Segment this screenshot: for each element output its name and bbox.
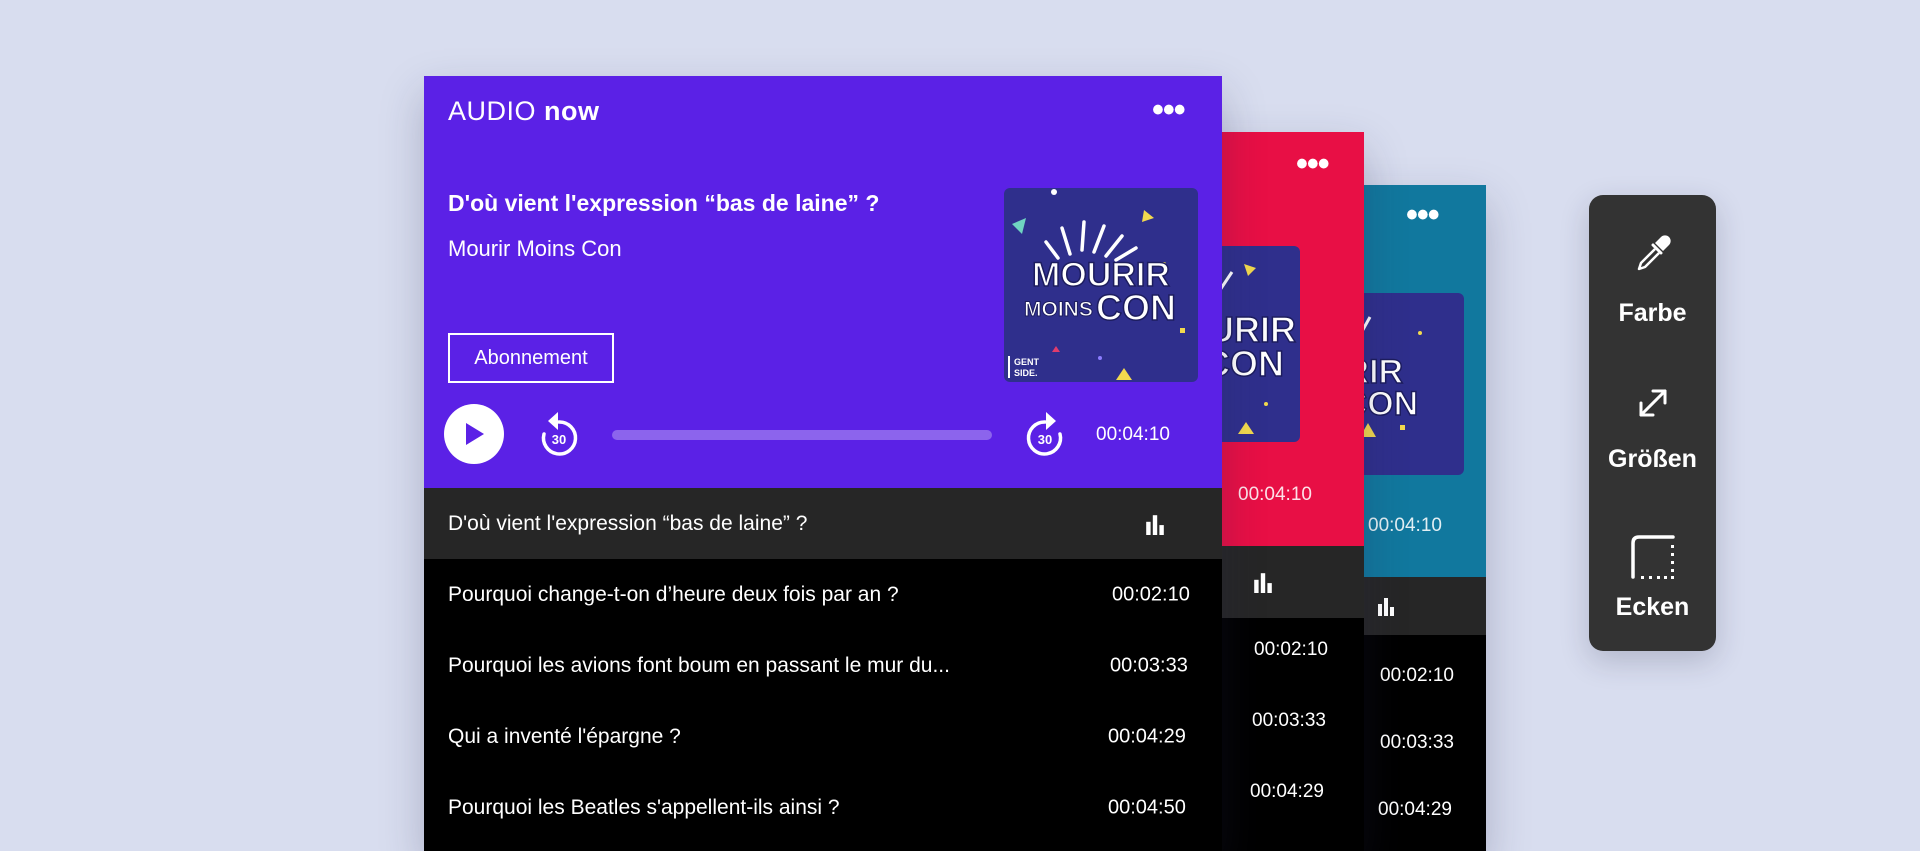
customize-toolbar: Farbe Größen Ecken: [1589, 195, 1716, 651]
playlist-item[interactable]: Qui a inventé l'épargne ? 00:04:29: [424, 701, 1222, 772]
skip-back-30-button[interactable]: 30: [536, 408, 582, 460]
resize-arrows-icon: [1639, 389, 1666, 417]
track-title: Pourquoi les avions font boum en passant…: [448, 653, 950, 677]
more-icon[interactable]: •••: [1152, 93, 1186, 127]
track-time: 00:02:10: [1112, 583, 1190, 605]
playlist-item[interactable]: Pourquoi change-t-on d’heure deux fois p…: [424, 559, 1222, 630]
subscribe-button[interactable]: Abonnement: [448, 333, 614, 383]
skip-back-label: 30: [552, 432, 566, 447]
play-icon: [466, 423, 484, 445]
track-time: 00:03:33: [1110, 654, 1188, 676]
eyedropper-icon: [1637, 235, 1671, 271]
logo-text-now: now: [544, 96, 600, 126]
track-title: Pourquoi change-t-on d’heure deux fois p…: [448, 582, 899, 606]
current-time: 00:04:10: [1368, 515, 1442, 536]
more-icon[interactable]: •••: [1296, 147, 1330, 181]
artwork-text-line2b: CON: [1096, 287, 1176, 328]
equalizer-icon: [1378, 598, 1394, 616]
player-header: AUDIO now ••• D'où vient l'expression “b…: [424, 76, 1222, 488]
track-time: 00:02:10: [1380, 665, 1454, 686]
skip-forward-30-button[interactable]: 30: [1022, 408, 1068, 460]
corner-radius-icon: [1630, 535, 1675, 579]
track-title: Qui a inventé l'épargne ?: [448, 724, 681, 748]
track-time: 00:04:50: [1108, 796, 1186, 818]
show-name[interactable]: Mourir Moins Con: [448, 236, 622, 262]
player-card-main: AUDIO now ••• D'où vient l'expression “b…: [424, 76, 1222, 851]
podcast-artwork: MOURIR MOINS CON GENT SIDE.: [1004, 188, 1198, 382]
track-time: 00:02:10: [1254, 639, 1328, 660]
logo-text-audio: AUDIO: [448, 96, 537, 126]
size-tool-label: Größen: [1608, 445, 1697, 473]
current-time: 00:04:10: [1238, 484, 1312, 505]
playlist-item-active[interactable]: D'où vient l'expression “bas de laine” ?: [424, 488, 1222, 559]
track-time: 00:04:29: [1378, 799, 1452, 820]
color-tool-button[interactable]: Farbe: [1589, 231, 1716, 351]
more-icon[interactable]: •••: [1406, 198, 1440, 232]
corners-tool-button[interactable]: Ecken: [1589, 533, 1716, 653]
episode-title: D'où vient l'expression “bas de laine” ?: [448, 190, 880, 216]
playlist-item[interactable]: Pourquoi les avions font boum en passant…: [424, 630, 1222, 701]
progress-bar[interactable]: [612, 430, 992, 440]
playlist-item[interactable]: Pourquoi les Beatles s'appellent-ils ain…: [424, 772, 1222, 843]
equalizer-icon: [1146, 514, 1164, 535]
current-time: 00:04:10: [1096, 424, 1170, 445]
artwork-text-line2a: MOINS: [1024, 298, 1093, 321]
equalizer-icon: [1254, 573, 1272, 593]
track-time: 00:04:29: [1250, 781, 1324, 802]
artwork-badge-line2: SIDE.: [1014, 368, 1038, 378]
color-tool-label: Farbe: [1618, 299, 1687, 327]
track-time: 00:03:33: [1252, 710, 1326, 731]
size-tool-button[interactable]: Größen: [1589, 381, 1716, 501]
skip-forward-label: 30: [1038, 432, 1052, 447]
play-button[interactable]: [444, 404, 504, 464]
corners-tool-label: Ecken: [1615, 593, 1690, 621]
track-title: Pourquoi les Beatles s'appellent-ils ain…: [448, 795, 840, 819]
track-time: 00:04:29: [1108, 725, 1186, 747]
artwork-badge-line1: GENT: [1014, 357, 1040, 367]
audio-now-logo: AUDIO now: [448, 96, 600, 127]
track-time: 00:03:33: [1380, 732, 1454, 753]
track-title: D'où vient l'expression “bas de laine” ?: [448, 511, 808, 535]
